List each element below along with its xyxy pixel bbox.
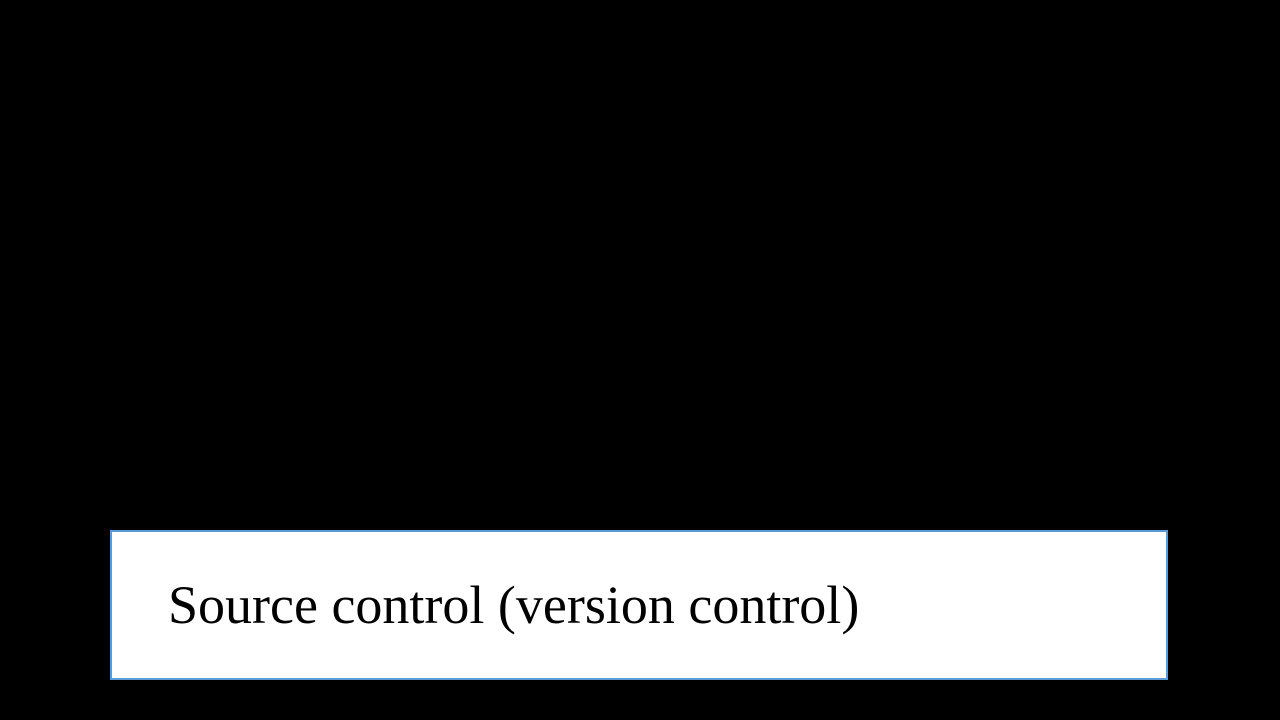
caption-text: Source control (version control) [168, 574, 859, 636]
caption-box: Source control (version control) [110, 530, 1168, 680]
